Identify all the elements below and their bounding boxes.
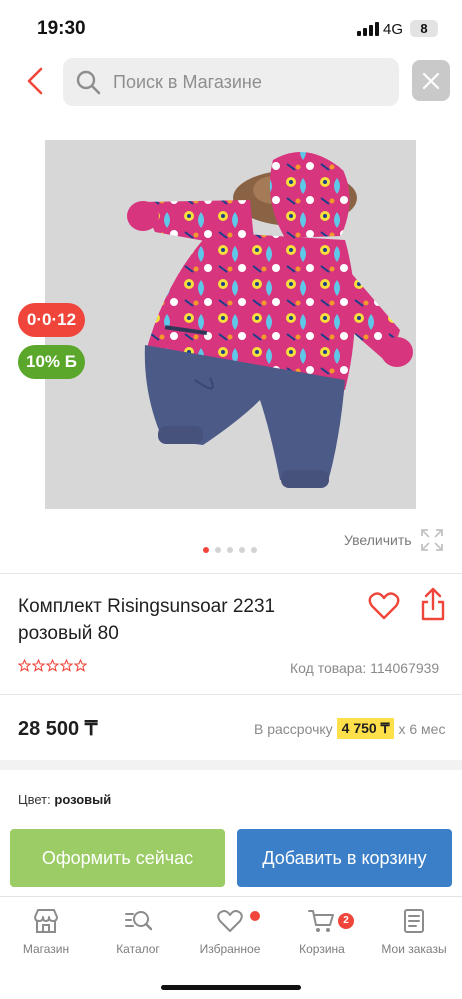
product-title: Комплект Risingsunsoar 2231 розовый 80 xyxy=(18,596,276,644)
gallery-pagination[interactable] xyxy=(203,547,257,553)
product-sku: Код товара: 114067939 xyxy=(290,660,440,676)
tab-cart[interactable]: 2 Корзина xyxy=(276,907,368,956)
tab-orders[interactable]: Мои заказы xyxy=(368,907,460,956)
heart-icon xyxy=(217,910,243,932)
tab-label: Мои заказы xyxy=(381,942,447,956)
back-button[interactable] xyxy=(20,64,50,98)
star-icon xyxy=(60,659,73,672)
product-price: 28 500 ₸ xyxy=(18,718,98,740)
tab-catalog[interactable]: Каталог xyxy=(92,907,184,956)
close-button[interactable] xyxy=(412,60,450,101)
gallery-dot[interactable] xyxy=(227,547,233,553)
product-image[interactable] xyxy=(45,140,416,509)
notification-dot xyxy=(250,911,260,921)
zoom-label: Увеличить xyxy=(344,532,412,548)
snowsuit-illustration xyxy=(127,152,413,488)
color-value: розовый xyxy=(54,792,112,807)
gallery-dot[interactable] xyxy=(215,547,221,553)
color-label: Цвет: xyxy=(18,792,51,807)
tab-label: Каталог xyxy=(116,942,160,956)
star-icon xyxy=(18,659,31,672)
network-type: 4G xyxy=(383,21,404,38)
share-icon xyxy=(421,587,445,621)
gallery-dot[interactable] xyxy=(239,547,245,553)
cart-icon xyxy=(308,910,334,932)
status-bar: 19:30 4G 8 xyxy=(0,0,462,58)
add-to-cart-button[interactable]: Добавить в корзину xyxy=(237,829,452,887)
home-indicator xyxy=(161,985,301,990)
tab-favorites[interactable]: Избранное xyxy=(184,907,276,956)
zoom-button[interactable]: Увеличить xyxy=(344,528,444,552)
tab-label: Магазин xyxy=(22,942,70,956)
close-icon xyxy=(422,72,440,89)
star-icon xyxy=(74,659,87,672)
section-separator xyxy=(0,760,462,770)
installment-suffix: х 6 мес xyxy=(398,720,446,737)
shop-icon xyxy=(34,909,58,933)
battery-indicator: 8 xyxy=(410,20,438,37)
heart-icon xyxy=(368,592,400,620)
gallery-dot[interactable] xyxy=(203,547,209,553)
installment-offer[interactable]: В рассрочку 4 750 ₸ х 6 мес xyxy=(254,718,445,739)
installment-badge: 0·0·12 xyxy=(18,303,85,337)
divider xyxy=(0,573,462,574)
search-input[interactable] xyxy=(113,58,393,106)
rating-stars[interactable] xyxy=(18,659,87,672)
catalog-search-icon xyxy=(125,911,152,931)
favorite-button[interactable] xyxy=(368,590,400,622)
installment-prefix: В рассрочку xyxy=(254,720,333,737)
tab-label: Корзина xyxy=(299,942,345,956)
star-icon xyxy=(46,659,59,672)
cart-badge: 2 xyxy=(338,913,354,929)
share-button[interactable] xyxy=(420,587,446,621)
color-row: Цвет: розовый xyxy=(18,792,111,807)
star-icon xyxy=(32,659,45,672)
tab-bar: Магазин Каталог Избранное 2 Корзина Мои … xyxy=(0,896,462,999)
tab-label: Избранное xyxy=(199,942,261,956)
status-time: 19:30 xyxy=(37,18,86,39)
orders-icon xyxy=(404,909,424,933)
search-box[interactable] xyxy=(63,58,399,106)
gallery-dot[interactable] xyxy=(251,547,257,553)
divider xyxy=(0,694,462,695)
search-icon xyxy=(76,70,101,95)
chevron-left-icon xyxy=(27,67,43,95)
installment-amount: 4 750 ₸ xyxy=(336,718,395,739)
buy-now-button[interactable]: Оформить сейчас xyxy=(10,829,225,887)
tab-shop[interactable]: Магазин xyxy=(0,907,92,956)
bonus-badge: 10% Б xyxy=(18,345,85,379)
expand-icon xyxy=(420,529,443,551)
signal-icon xyxy=(357,22,379,36)
